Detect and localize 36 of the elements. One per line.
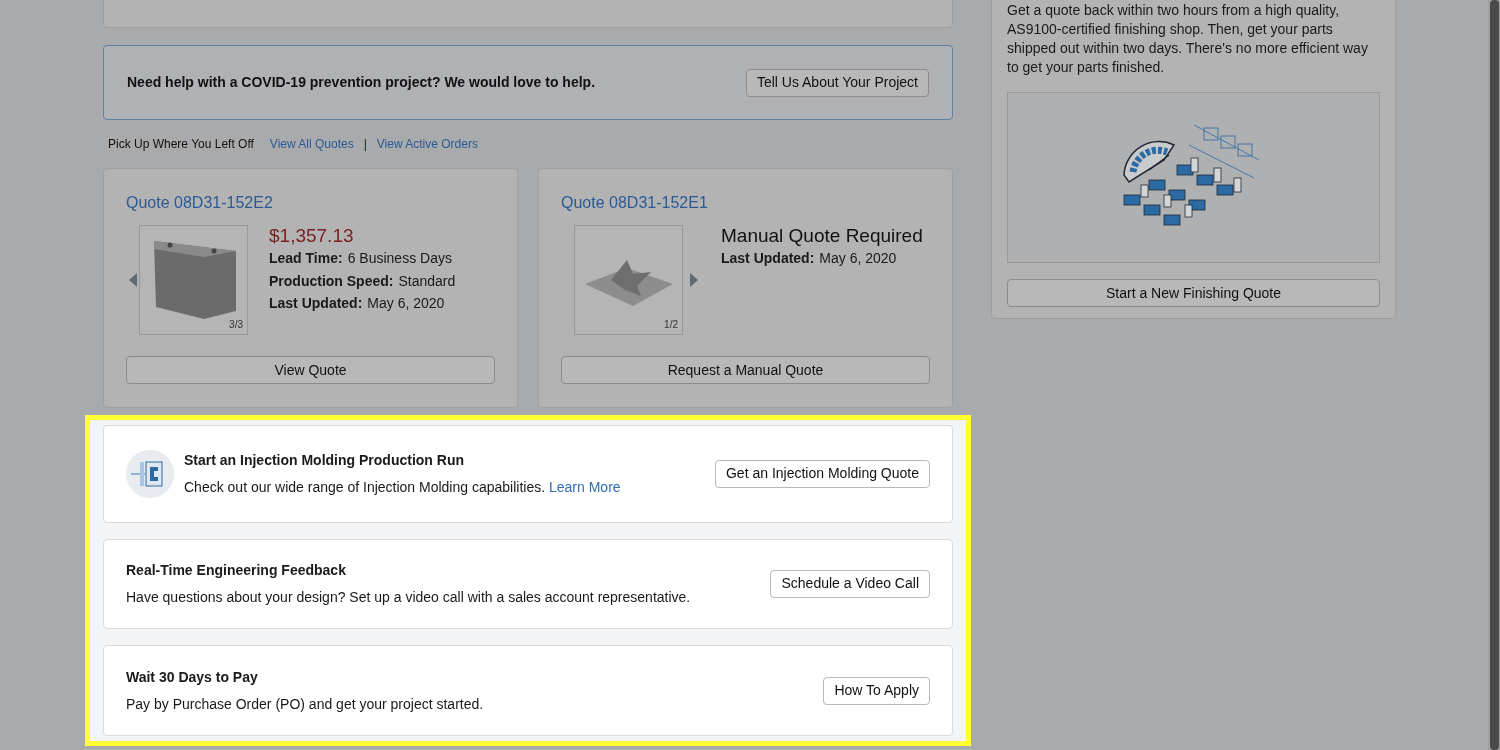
image-counter: 3/3 [229, 318, 243, 332]
detail-value: 6 Business Days [347, 249, 452, 268]
tell-us-button[interactable]: Tell Us About Your Project [745, 68, 929, 97]
quote-price: $1,357.13 [269, 225, 355, 247]
left-arrow-icon[interactable] [128, 273, 137, 287]
promo-text: Pay by Purchase Order (PO) and get your project started. [126, 694, 484, 714]
finishing-quote-button[interactable]: Start a New Finishing Quote [1007, 279, 1380, 307]
promo-text: Have questions about your design? Set up a video call with a sales account representative. [126, 588, 691, 607]
detail-label: Last Updated: [269, 294, 363, 313]
learn-more-link[interactable]: Learn More [549, 478, 621, 495]
promo-title: Real-Time Engineering Feedback [126, 561, 347, 580]
detail-value: Standard [398, 271, 456, 291]
promo-title: Wait 30 Days to Pay [126, 667, 259, 687]
detail-value: May 6, 2020 [367, 294, 445, 313]
promo-title: Start an Injection Molding Production Run [184, 450, 465, 470]
finishing-description: Get a quote back within two hours from a high quality, AS9100-certified finishing shop. Then, get your parts shipped out within two days. There's no more efficient way to get your parts finished. [1007, 1, 1369, 77]
quote-status: Manual Quote Required [721, 225, 923, 247]
promo-text: Check out our wide range of Injection Molding capabilities. Learn More [184, 477, 621, 497]
scrollbar[interactable] [1488, 0, 1500, 750]
banner-text: Need help with a COVID-19 prevention project? We would love to help. [127, 73, 596, 92]
part-thumbnail[interactable]: 3/3 [139, 225, 248, 335]
link-separator: | [363, 136, 367, 153]
promo-button[interactable]: Get an Injection Molding Quote [715, 459, 930, 488]
mold-icon [126, 449, 174, 498]
promo-button[interactable]: How To Apply [823, 676, 930, 705]
quote-button[interactable]: View Quote [126, 356, 495, 384]
section-label: Pick Up Where You Left Off [108, 136, 254, 153]
detail-label: Last Updated: [721, 249, 815, 268]
quote-button[interactable]: Request a Manual Quote [561, 356, 930, 384]
right-arrow-icon[interactable] [689, 273, 698, 287]
promo-button[interactable]: Schedule a Video Call [770, 570, 930, 598]
detail-label: Lead Time: [269, 249, 343, 268]
detail-value: May 6, 2020 [819, 249, 897, 268]
image-counter: 1/2 [664, 318, 678, 332]
part-thumbnail[interactable]: 1/2 [574, 225, 683, 335]
detail-label: Production Speed: [269, 271, 394, 291]
